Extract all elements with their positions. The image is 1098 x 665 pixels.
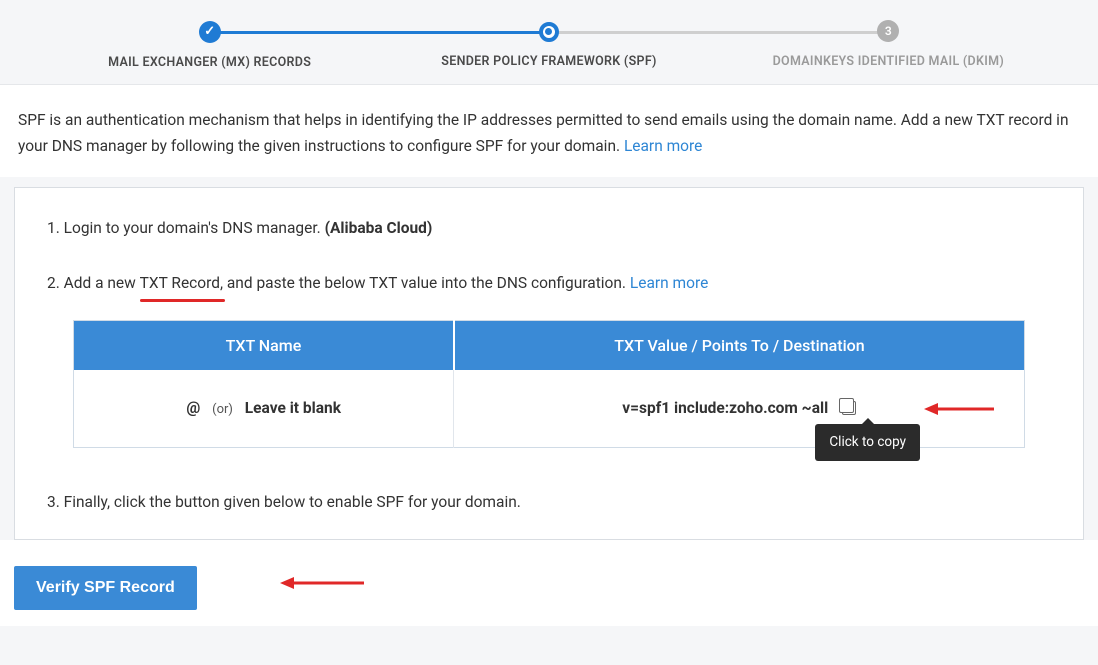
spf-description: SPF is an authentication mechanism that … [0, 85, 1098, 178]
step1-text: 1. Login to your domain's DNS manager. [47, 219, 325, 237]
dns-provider-name: (Alibaba Cloud) [325, 219, 433, 237]
step2-prefix: 2. Add a new [47, 274, 140, 292]
spf-value: v=spf1 include:zoho.com ~all [622, 399, 828, 417]
verify-row: Verify SPF Record [0, 540, 1098, 626]
annotation-arrow-icon [924, 400, 996, 418]
step-spf-label: SENDER POLICY FRAMEWORK (SPF) [379, 54, 718, 69]
step-spf[interactable]: SENDER POLICY FRAMEWORK (SPF) [379, 20, 718, 69]
leave-blank-text: Leave it blank [245, 399, 341, 417]
check-icon: ✓ [204, 25, 215, 38]
spf-description-text: SPF is an authentication mechanism that … [18, 111, 1069, 155]
copy-tooltip: Click to copy [815, 424, 920, 462]
step-mx-label: MAIL EXCHANGER (MX) RECORDS [40, 55, 379, 70]
instructions-panel: 1. Login to your domain's DNS manager. (… [14, 187, 1084, 540]
learn-more-link[interactable]: Learn more [624, 137, 702, 155]
step-mx[interactable]: ✓ MAIL EXCHANGER (MX) RECORDS [40, 20, 379, 70]
txt-record-emphasis: TXT Record, [140, 271, 223, 296]
step-connector [210, 31, 549, 34]
instruction-step-3: 3. Finally, click the button given below… [47, 490, 1051, 515]
step-dkim[interactable]: 3 DOMAINKEYS IDENTIFIED MAIL (DKIM) [719, 20, 1058, 69]
step2-suffix: and paste the below TXT value into the D… [223, 274, 630, 292]
step-dkim-label: DOMAINKEYS IDENTIFIED MAIL (DKIM) [719, 54, 1058, 69]
table-row: @ (or) Leave it blank v=spf1 include:zoh… [74, 370, 1025, 447]
step-spf-circle-active [539, 22, 559, 42]
step-dkim-circle-future: 3 [877, 20, 899, 42]
progress-stepper: ✓ MAIL EXCHANGER (MX) RECORDS SENDER POL… [0, 0, 1098, 84]
or-text: (or) [212, 402, 233, 417]
spf-record-table: TXT Name TXT Value / Points To / Destina… [73, 320, 1025, 448]
instruction-step-1: 1. Login to your domain's DNS manager. (… [47, 216, 1051, 241]
copy-icon[interactable] [842, 401, 856, 415]
learn-more-link[interactable]: Learn more [630, 274, 708, 292]
step-mx-circle-done: ✓ [199, 21, 221, 43]
txt-value-cell: v=spf1 include:zoho.com ~all Click to co… [454, 370, 1025, 447]
verify-spf-button[interactable]: Verify SPF Record [14, 566, 197, 610]
txt-name-header: TXT Name [74, 320, 454, 370]
txt-value-header: TXT Value / Points To / Destination [454, 320, 1025, 370]
txt-name-cell: @ (or) Leave it blank [74, 370, 454, 447]
instruction-step-2: 2. Add a new TXT Record, and paste the b… [47, 271, 1051, 448]
annotation-arrow-icon [280, 574, 366, 592]
at-symbol: @ [186, 399, 200, 417]
step-connector [549, 31, 888, 34]
